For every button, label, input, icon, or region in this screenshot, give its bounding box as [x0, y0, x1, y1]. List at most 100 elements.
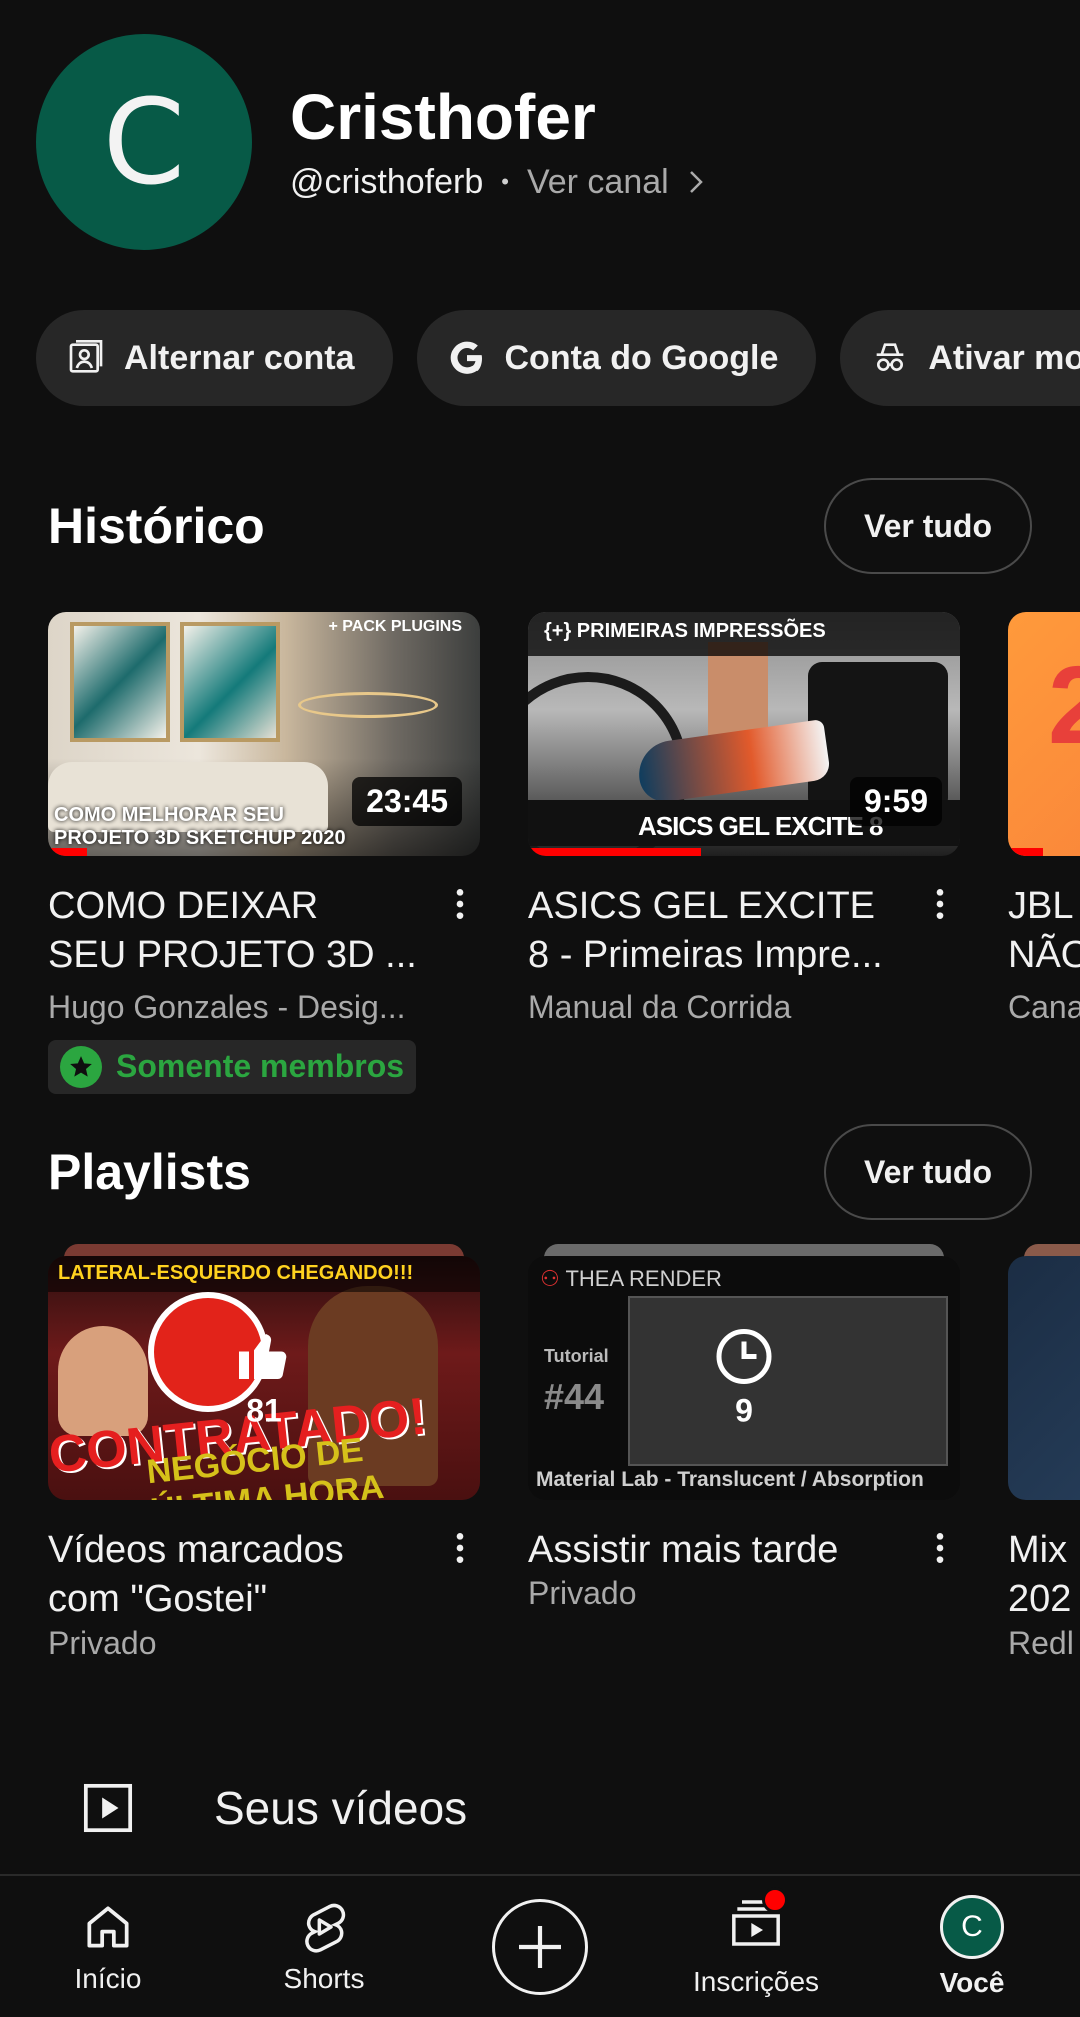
- channel-name: Hugo Gonzales - Desig...: [48, 988, 406, 1025]
- thumbnail-caption-line: PROJETO 3D SKETCHUP 2020: [54, 827, 346, 849]
- playlist-title-line: 202: [1008, 1578, 1072, 1621]
- incognito-chip[interactable]: Ativar mod: [840, 310, 1080, 406]
- playlist-privacy: Privado: [528, 1575, 637, 1612]
- thumbnail-caption: COMO MELHORAR SEU PROJETO 3D SKETCHUP 20…: [54, 804, 346, 850]
- create-plus-icon: [519, 1925, 561, 1968]
- your-videos-label: Seus vídeos: [214, 1782, 468, 1834]
- google-account-chip[interactable]: Conta do Google: [416, 310, 817, 406]
- playlist-card[interactable]: Mix 202 Redl: [1008, 1244, 1080, 1662]
- thumbnail-caption-line: COMO MELHORAR SEU: [54, 804, 284, 826]
- playlist-title: Mix 202: [1008, 1526, 1080, 1625]
- nav-shorts[interactable]: Shorts: [224, 1899, 424, 1995]
- playlist-video-count: 81: [246, 1392, 282, 1429]
- star-icon: [60, 1045, 102, 1088]
- playlist-title: Assistir mais tarde: [528, 1526, 960, 1575]
- video-thumbnail[interactable]: 2: [1008, 612, 1080, 856]
- video-thumbnail[interactable]: {+} PRIMEIRAS IMPRESSÕES ASICS GEL EXCIT…: [528, 612, 960, 856]
- thumbnail-banner: LATERAL-ESQUERDO CHEGANDO!!!: [48, 1256, 480, 1292]
- google-icon: [450, 341, 482, 374]
- playlist-video-count: 9: [735, 1392, 753, 1429]
- more-vert-icon[interactable]: [440, 1524, 480, 1572]
- profile-text: Cristhofer @cristhoferb • Ver canal: [290, 82, 711, 201]
- channel-name: Manual da Corrida: [528, 988, 792, 1025]
- nav-subscriptions[interactable]: Inscrições: [656, 1887, 856, 1998]
- view-channel-label: Ver canal: [526, 162, 669, 201]
- video-thumbnail[interactable]: + PACK PLUGINS COMO MELHORAR SEU PROJETO…: [48, 612, 480, 856]
- playlist-overlay: 81: [234, 1327, 294, 1430]
- nav-create[interactable]: [440, 1898, 640, 1995]
- profile-header[interactable]: C Cristhofer @cristhoferb • Ver canal: [36, 34, 711, 250]
- video-title-line: NÃO: [1008, 934, 1080, 977]
- duration-badge: 23:45: [352, 777, 462, 826]
- playlists-row: LATERAL-ESQUERDO CHEGANDO!!! CONTRATADO!…: [48, 1244, 1080, 1662]
- profile-avatar[interactable]: C: [36, 34, 252, 250]
- thumbnail-art: [628, 1296, 948, 1466]
- thumbnail-art: [180, 622, 280, 742]
- nav-home-label: Início: [74, 1962, 142, 1994]
- profile-meta: @cristhoferb • Ver canal: [290, 163, 711, 202]
- incognito-label: Ativar mod: [928, 338, 1080, 377]
- more-vert-icon[interactable]: [920, 1524, 960, 1572]
- history-title: Histórico: [48, 498, 265, 554]
- thumbnail-caption: #44: [544, 1376, 605, 1417]
- video-title-line: COMO DEIXAR: [48, 885, 319, 927]
- playlist-thumbnail[interactable]: [1008, 1256, 1080, 1500]
- playlist-thumbnail[interactable]: LATERAL-ESQUERDO CHEGANDO!!! CONTRATADO!…: [48, 1256, 480, 1500]
- history-card[interactable]: 2 JBL NÃO Cana: [1008, 612, 1080, 1094]
- nav-shorts-label: Shorts: [283, 1962, 365, 1994]
- switch-account-label: Alternar conta: [124, 338, 355, 377]
- nav-home[interactable]: Início: [8, 1899, 208, 1995]
- bottom-navigation: Início Shorts Inscrições C Você: [0, 1874, 1080, 2017]
- more-vert-icon[interactable]: [920, 880, 960, 928]
- history-see-all-button[interactable]: Ver tudo: [823, 478, 1032, 574]
- thumbnail-art: [298, 692, 438, 718]
- create-button[interactable]: [492, 1898, 588, 1995]
- members-only-badge: Somente membros: [48, 1039, 417, 1094]
- channel-name: Cana: [1008, 988, 1080, 1025]
- chevron-right-icon: [689, 171, 703, 194]
- history-header: Histórico Ver tudo: [48, 478, 1032, 574]
- play-square-icon: [83, 1783, 133, 1833]
- playlist-title: Vídeos marcados com "Gostei": [48, 1526, 480, 1625]
- playlists-header: Playlists Ver tudo: [48, 1124, 1032, 1220]
- video-title-line: JBL: [1008, 885, 1074, 927]
- switch-account-chip[interactable]: Alternar conta: [36, 310, 393, 406]
- playlist-thumbnail[interactable]: ⚇ THEA RENDER Tutorial #44 Material Lab …: [528, 1256, 960, 1500]
- more-vert-icon[interactable]: [440, 880, 480, 928]
- nav-you[interactable]: C Você: [872, 1894, 1072, 1999]
- video-title: COMO DEIXAR SEU PROJETO 3D ...: [48, 882, 480, 981]
- playlist-overlay: 9: [714, 1327, 774, 1430]
- view-channel-link[interactable]: Ver canal: [527, 163, 711, 202]
- profile-handle: @cristhoferb: [290, 162, 484, 201]
- playlists-title: Playlists: [48, 1144, 251, 1200]
- history-card[interactable]: {+} PRIMEIRAS IMPRESSÕES ASICS GEL EXCIT…: [528, 612, 960, 1094]
- thumbs-up-icon: [239, 1334, 287, 1379]
- you-page: C Cristhofer @cristhoferb • Ver canal Al…: [0, 0, 1080, 2017]
- clock-icon: [716, 1329, 772, 1384]
- playlist-title-line: Vídeos marcados: [48, 1529, 344, 1571]
- watch-progress-bar: [1008, 848, 1043, 856]
- your-videos-row[interactable]: Seus vídeos: [80, 1780, 467, 1836]
- watch-progress-bar: [528, 848, 701, 856]
- playlist-title-line: Assistir mais tarde: [528, 1529, 839, 1571]
- playlist-card[interactable]: LATERAL-ESQUERDO CHEGANDO!!! CONTRATADO!…: [48, 1244, 480, 1662]
- video-title-line: SEU PROJETO 3D ...: [48, 934, 417, 977]
- subscriptions-icon-wrap: [728, 1887, 788, 1966]
- duration-badge: 9:59: [849, 777, 942, 826]
- playlists-see-all-button[interactable]: Ver tudo: [823, 1124, 1032, 1220]
- playlist-privacy: Redl: [1008, 1624, 1074, 1661]
- switch-account-icon: [69, 340, 103, 373]
- history-card[interactable]: + PACK PLUGINS COMO MELHORAR SEU PROJETO…: [48, 612, 480, 1094]
- thumbnail-text: 2: [1048, 644, 1080, 767]
- video-title: ASICS GEL EXCITE 8 - Primeiras Impre...: [528, 882, 960, 981]
- profile-name: Cristhofer: [290, 81, 596, 154]
- playlist-card[interactable]: ⚇ THEA RENDER Tutorial #44 Material Lab …: [528, 1244, 960, 1662]
- video-title-line: ASICS GEL EXCITE: [528, 885, 876, 927]
- playlist-privacy: Privado: [48, 1624, 157, 1661]
- thumbnail-tag: {+} PRIMEIRAS IMPRESSÕES: [544, 620, 826, 642]
- account-chips: Alternar conta Conta do Google Ativar mo…: [36, 310, 1080, 406]
- watch-progress-bar: [48, 848, 87, 856]
- avatar: C: [940, 1894, 1004, 1959]
- thumbnail-caption: Material Lab - Translucent / Absorption: [536, 1468, 924, 1491]
- home-icon: [87, 1905, 129, 1948]
